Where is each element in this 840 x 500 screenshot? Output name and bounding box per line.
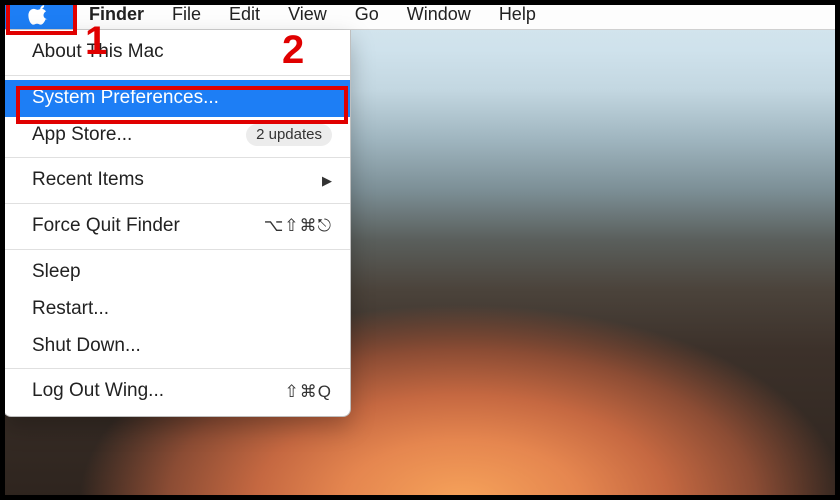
submenu-arrow-icon: ▶ (322, 173, 332, 189)
menu-item-label: Recent Items (32, 169, 144, 192)
menubar-item-go[interactable]: Go (341, 4, 393, 25)
menu-item-system-preferences[interactable]: System Preferences... (4, 80, 350, 117)
menu-item-force-quit[interactable]: Force Quit Finder ⌥⇧⌘⎋ (4, 208, 350, 245)
menubar-item-file[interactable]: File (158, 4, 215, 25)
menu-item-label: Log Out Wing... (32, 380, 164, 403)
menubar-app-name[interactable]: Finder (75, 4, 158, 25)
menu-item-label: Restart... (32, 298, 109, 321)
menubar-item-help[interactable]: Help (485, 4, 550, 25)
menu-item-sleep[interactable]: Sleep (4, 254, 350, 291)
apple-logo-icon (28, 4, 48, 26)
menu-item-label: System Preferences... (32, 87, 219, 110)
menu-item-shortcut: ⌥⇧⌘⎋ (264, 216, 332, 236)
menu-item-label: App Store... (32, 124, 132, 147)
menu-item-log-out[interactable]: Log Out Wing... ⇧⌘Q (4, 373, 350, 410)
menu-item-label: Sleep (32, 261, 81, 284)
menu-item-about-this-mac[interactable]: About This Mac (4, 34, 350, 71)
apple-menu-button[interactable] (0, 0, 75, 29)
menubar-item-window[interactable]: Window (393, 4, 485, 25)
menu-item-recent-items[interactable]: Recent Items ▶ (4, 162, 350, 199)
menu-separator (4, 75, 350, 76)
menu-item-app-store[interactable]: App Store... 2 updates (4, 117, 350, 154)
menu-item-restart[interactable]: Restart... (4, 291, 350, 328)
menu-item-shut-down[interactable]: Shut Down... (4, 328, 350, 365)
menu-item-label: Shut Down... (32, 335, 141, 358)
menu-separator (4, 249, 350, 250)
menubar-item-edit[interactable]: Edit (215, 4, 274, 25)
menu-separator (4, 203, 350, 204)
menu-item-label: Force Quit Finder (32, 215, 180, 238)
menu-item-shortcut: ⇧⌘Q (285, 382, 332, 402)
menu-separator (4, 368, 350, 369)
menu-separator (4, 157, 350, 158)
apple-menu-dropdown: About This Mac System Preferences... App… (3, 30, 351, 417)
updates-badge: 2 updates (246, 124, 332, 146)
menu-item-label: About This Mac (32, 41, 164, 64)
menubar-item-view[interactable]: View (274, 4, 341, 25)
menu-bar: Finder File Edit View Go Window Help (0, 0, 840, 30)
